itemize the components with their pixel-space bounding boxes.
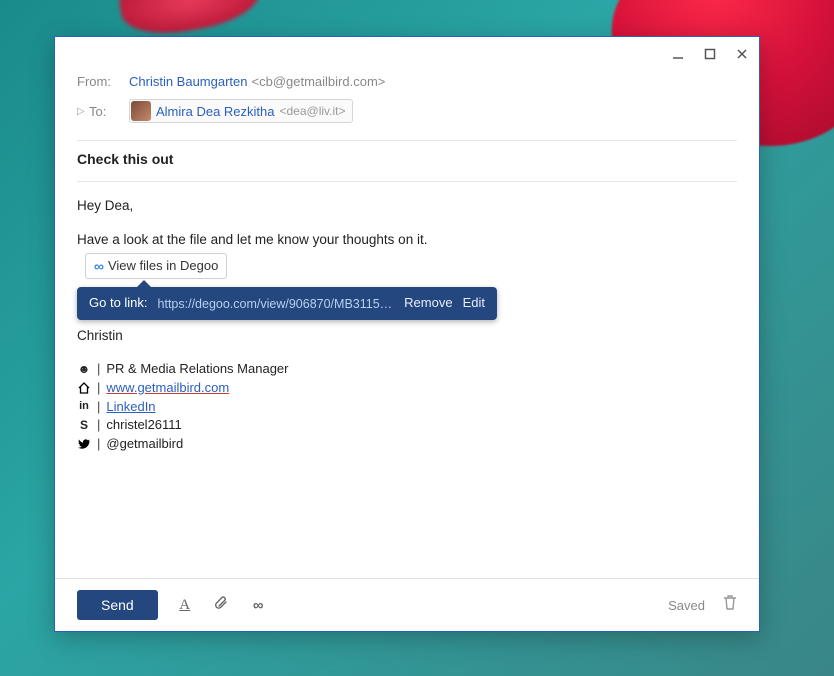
- recipient-chip[interactable]: Almira Dea Rezkitha <dea@liv.it>: [129, 99, 353, 123]
- message-header: From: Christin Baumgarten <cb@getmailbir…: [55, 71, 759, 134]
- to-label: To:: [89, 104, 129, 119]
- from-row: From: Christin Baumgarten <cb@getmailbir…: [77, 71, 737, 92]
- link-icon[interactable]: ∞: [248, 597, 266, 614]
- signature-title: PR & Media Relations Manager: [106, 360, 288, 379]
- degoo-button-label: View files in Degoo: [108, 257, 218, 276]
- message-body[interactable]: Hey Dea, Have a look at the file and let…: [55, 182, 759, 578]
- body-greeting: Hey Dea,: [77, 196, 737, 216]
- subject-field[interactable]: Check this out: [55, 141, 759, 175]
- body-line: Have a look at the file and let me know …: [77, 230, 737, 250]
- discard-button[interactable]: [723, 595, 737, 616]
- tooltip-label: Go to link:: [89, 294, 148, 313]
- send-button[interactable]: Send: [77, 590, 158, 620]
- window-titlebar: [55, 37, 759, 71]
- signature-website-link[interactable]: www.getmailbird.com: [106, 379, 229, 398]
- close-button[interactable]: [735, 47, 749, 61]
- to-row: ▷ To: Almira Dea Rezkitha <dea@liv.it>: [77, 96, 737, 126]
- tooltip-remove[interactable]: Remove: [404, 294, 452, 313]
- link-tooltip: Go to link: https://degoo.com/view/90687…: [77, 287, 497, 320]
- person-icon: ☻: [77, 361, 91, 378]
- saved-status: Saved: [668, 598, 705, 613]
- skype-icon: S: [77, 417, 91, 434]
- tooltip-url[interactable]: https://degoo.com/view/906870/MB31154166…: [158, 295, 395, 313]
- recipient-name: Almira Dea Rezkitha: [156, 104, 275, 119]
- from-email: <cb@getmailbird.com>: [252, 74, 386, 89]
- degoo-view-button[interactable]: ∞ View files in Degoo: [85, 253, 227, 279]
- from-name[interactable]: Christin Baumgarten: [129, 74, 248, 89]
- maximize-button[interactable]: [703, 47, 717, 61]
- recipient-email: <dea@liv.it>: [280, 104, 346, 118]
- signature-skype: christel26111: [106, 416, 181, 435]
- expand-recipients-icon[interactable]: ▷: [77, 106, 87, 117]
- compose-window: From: Christin Baumgarten <cb@getmailbir…: [54, 36, 760, 632]
- avatar: [131, 101, 151, 121]
- degoo-icon: ∞: [94, 256, 102, 276]
- linkedin-icon: in: [77, 399, 91, 415]
- format-text-icon[interactable]: A: [176, 597, 194, 614]
- minimize-button[interactable]: [671, 47, 685, 61]
- attach-icon[interactable]: [212, 595, 230, 615]
- compose-footer: Send A ∞ Saved: [55, 578, 759, 631]
- twitter-icon: [77, 439, 91, 450]
- home-icon: [77, 382, 91, 394]
- tooltip-edit[interactable]: Edit: [463, 294, 485, 313]
- signature-twitter: @getmailbird: [106, 435, 183, 454]
- signature-block: ☻ | PR & Media Relations Manager | www.g…: [77, 360, 737, 454]
- signature-linkedin-link[interactable]: LinkedIn: [106, 398, 155, 417]
- from-label: From:: [77, 74, 129, 89]
- body-signoff: Christin: [77, 326, 737, 346]
